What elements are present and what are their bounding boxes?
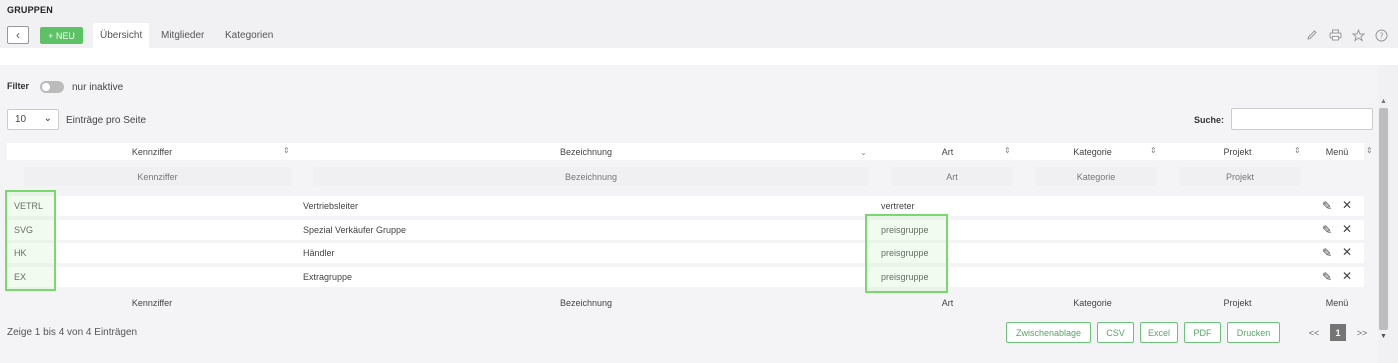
edit-icon[interactable]: ✎: [1322, 199, 1332, 213]
help-icon[interactable]: ?: [1374, 28, 1388, 42]
filter-bezeichnung[interactable]: Bezeichnung: [313, 167, 869, 186]
export-csv-button[interactable]: CSV: [1097, 322, 1134, 343]
search-input[interactable]: [1231, 108, 1373, 130]
th-bezeichnung[interactable]: Bezeichnung: [297, 143, 875, 160]
print-icon[interactable]: [1328, 28, 1342, 42]
delete-icon[interactable]: ✕: [1342, 222, 1352, 236]
cell-bezeichnung: Vertriebsleiter: [303, 201, 359, 211]
tab-uebersicht[interactable]: Übersicht: [93, 23, 150, 48]
delete-icon[interactable]: ✕: [1342, 269, 1352, 283]
highlight-art: [865, 214, 948, 293]
th-kennziffer[interactable]: Kennziffer: [7, 143, 297, 160]
cell-bezeichnung: Spezial Verkäufer Gruppe: [303, 225, 407, 235]
export-excel-button[interactable]: Excel: [1140, 322, 1178, 343]
search-label: Suche:: [1194, 115, 1225, 125]
scroll-thumb[interactable]: [1379, 108, 1388, 330]
sort-icon[interactable]: ⇕: [1150, 146, 1157, 155]
tf-kategorie: Kategorie: [1073, 298, 1112, 308]
filter-label: Filter: [7, 81, 30, 91]
cell-art: vertreter: [881, 201, 915, 211]
edit-icon[interactable]: ✎: [1322, 223, 1332, 237]
pencil-icon[interactable]: [1305, 28, 1319, 42]
sort-desc-icon[interactable]: ⌄: [860, 148, 867, 157]
delete-icon[interactable]: ✕: [1342, 198, 1352, 212]
back-button[interactable]: ‹: [7, 26, 29, 44]
table-row[interactable]: [7, 220, 1364, 240]
th-menu[interactable]: Menü: [1310, 143, 1364, 160]
filter-projekt[interactable]: Projekt: [1179, 167, 1301, 186]
delete-icon[interactable]: ✕: [1342, 245, 1352, 259]
header-spacer: [0, 48, 1398, 65]
chevron-left-icon: ‹: [16, 28, 20, 42]
tab-mitglieder[interactable]: Mitglieder: [154, 23, 211, 48]
th-projekt[interactable]: Projekt: [1165, 143, 1310, 160]
tab-kategorien[interactable]: Kategorien: [218, 23, 280, 48]
th-art[interactable]: Art: [875, 143, 1020, 160]
table-row[interactable]: [7, 243, 1364, 263]
cell-bezeichnung: Extragruppe: [303, 272, 353, 282]
pagination-first[interactable]: <<: [1306, 324, 1322, 341]
page-size-label: Einträge pro Seite: [66, 115, 147, 126]
sort-icon[interactable]: ⇕: [283, 146, 290, 155]
chevron-down-icon: ⌄: [43, 113, 52, 124]
scroll-down-icon[interactable]: ▼: [1380, 333, 1387, 340]
tf-art: Art: [941, 298, 954, 308]
svg-text:?: ?: [1379, 31, 1383, 40]
page-title: GRUPPEN: [7, 5, 53, 15]
inactive-toggle[interactable]: [40, 81, 64, 93]
tf-bezeichnung: Bezeichnung: [559, 298, 613, 308]
star-icon[interactable]: [1351, 28, 1365, 42]
sort-icon[interactable]: ⇕: [1294, 146, 1301, 155]
pagination-last[interactable]: >>: [1354, 324, 1370, 341]
tf-kennziffer: Kennziffer: [131, 298, 173, 308]
edit-icon[interactable]: ✎: [1322, 270, 1332, 284]
export-clipboard-button[interactable]: Zwischenablage: [1006, 322, 1091, 343]
new-button[interactable]: + NEU: [40, 27, 83, 44]
table-info: Zeige 1 bis 4 von 4 Einträgen: [7, 327, 138, 338]
export-pdf-button[interactable]: PDF: [1184, 322, 1221, 343]
highlight-kennziffer: [5, 190, 56, 291]
filter-kennziffer[interactable]: Kennziffer: [24, 167, 291, 186]
scroll-up-icon[interactable]: ▲: [1380, 98, 1387, 105]
page-size-value: 10: [15, 114, 27, 125]
inactive-toggle-label: nur inaktive: [72, 82, 124, 93]
page-size-select[interactable]: 10 ⌄: [7, 109, 59, 130]
edit-icon[interactable]: ✎: [1322, 246, 1332, 260]
table-row[interactable]: [7, 267, 1364, 287]
cell-bezeichnung: Händler: [303, 248, 335, 258]
table-row[interactable]: [7, 196, 1364, 216]
tf-menu: Menü: [1325, 298, 1349, 308]
filter-art[interactable]: Art: [891, 167, 1013, 186]
tf-projekt: Projekt: [1223, 298, 1252, 308]
filter-kategorie[interactable]: Kategorie: [1035, 167, 1157, 186]
sort-icon[interactable]: ⇕: [1004, 146, 1011, 155]
pagination-current[interactable]: 1: [1330, 324, 1346, 341]
sort-icon[interactable]: ⇕: [1366, 146, 1373, 155]
print-button[interactable]: Drucken: [1227, 322, 1280, 343]
th-kategorie[interactable]: Kategorie: [1020, 143, 1165, 160]
